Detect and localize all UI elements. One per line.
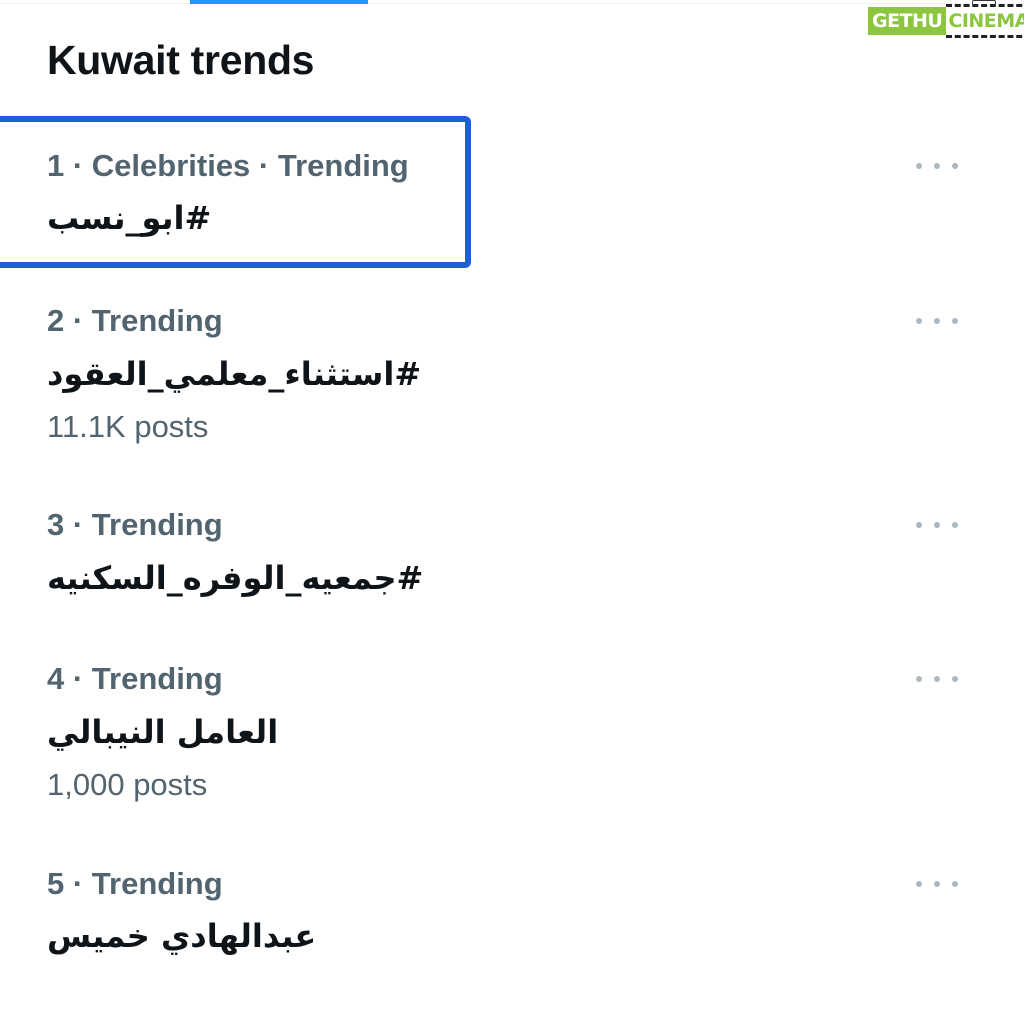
more-horizontal-icon [916, 522, 922, 528]
trend-post-count: 1,000 posts [47, 767, 208, 802]
more-dot [934, 881, 940, 887]
more-options-button[interactable] [916, 156, 958, 176]
more-dot [934, 318, 940, 324]
watermark-left: GETHU [868, 7, 947, 35]
page-title: Kuwait trends [47, 37, 315, 83]
more-dot [952, 163, 958, 169]
trend-meta: 5 · Trending [47, 866, 223, 901]
watermark-right: CINEMA [946, 4, 1024, 38]
trend-meta: 3 · Trending [47, 507, 223, 542]
more-dot [952, 881, 958, 887]
more-dot [934, 163, 940, 169]
more-options-button[interactable] [916, 515, 958, 535]
watermark-logo: GETHU CINEMA [868, 4, 1024, 38]
trend-name: #استثناء_معلمي_العقود [47, 355, 422, 393]
more-options-button[interactable] [916, 311, 958, 331]
more-horizontal-icon [916, 163, 922, 169]
more-dot [952, 522, 958, 528]
more-horizontal-icon [916, 676, 922, 682]
focus-highlight [0, 116, 471, 268]
active-tab-indicator [190, 0, 368, 4]
trend-meta: 4 · Trending [47, 661, 223, 696]
more-options-button[interactable] [916, 874, 958, 894]
more-options-button[interactable] [916, 669, 958, 689]
more-horizontal-icon [916, 318, 922, 324]
trend-name: #جمعيه_الوفره_السكنيه [47, 559, 424, 597]
trends-page: GETHU CINEMA Kuwait trends 1 · Celebriti… [0, 0, 1024, 1024]
trend-post-count: 11.1K posts [47, 409, 209, 444]
more-horizontal-icon [916, 881, 922, 887]
trend-name: عبدالهادي خميس [47, 917, 317, 955]
trend-name: العامل النيبالي [47, 713, 279, 751]
more-dot [934, 676, 940, 682]
trend-meta: 2 · Trending [47, 303, 223, 338]
more-dot [952, 676, 958, 682]
more-dot [934, 522, 940, 528]
more-dot [952, 318, 958, 324]
